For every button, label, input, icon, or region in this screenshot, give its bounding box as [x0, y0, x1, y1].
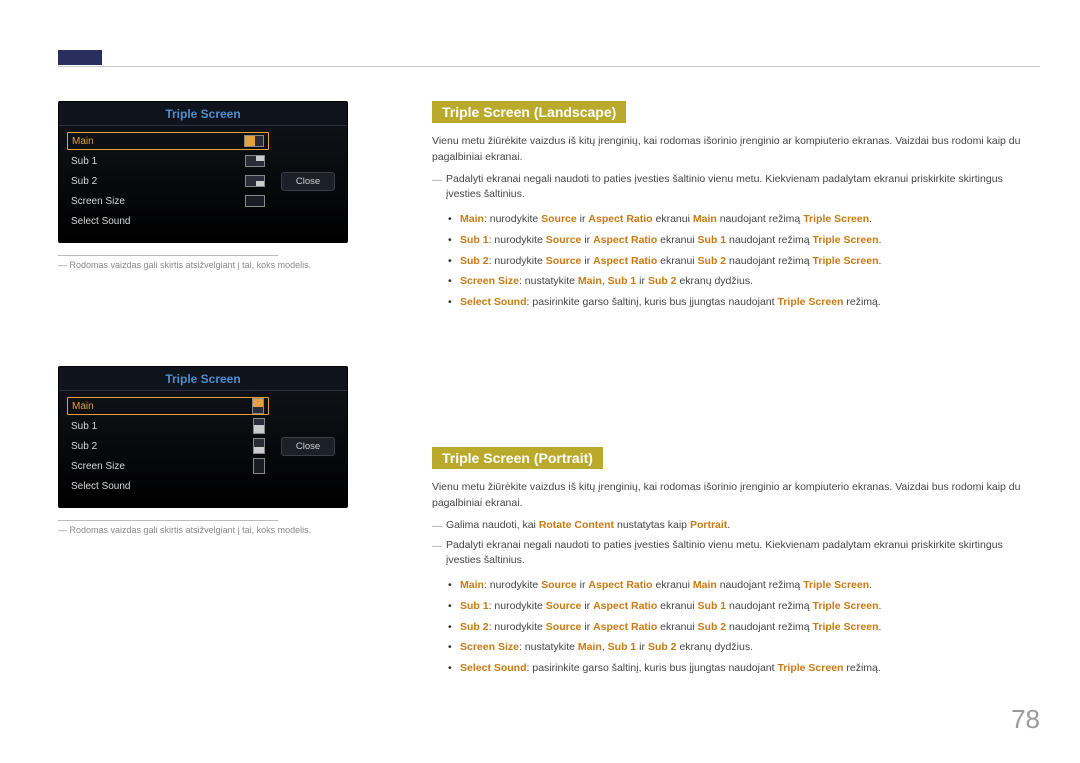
- page: Triple Screen Main Sub 1 Sub 2: [0, 0, 1080, 763]
- osd-panel-landscape: Triple Screen Main Sub 1 Sub 2: [58, 101, 348, 243]
- menu-item-main[interactable]: Main: [67, 397, 269, 415]
- osd-panel-portrait: Triple Screen Main Sub 1 Sub 2: [58, 366, 348, 508]
- layout-icon-sub1: [245, 155, 265, 167]
- menu-label: Screen Size: [71, 196, 125, 207]
- menu-label: Select Sound: [71, 216, 131, 227]
- osd-menu-list: Main Sub 1 Sub 2 Screen Size: [67, 132, 269, 230]
- osd-menu-list: Main Sub 1 Sub 2 Screen Size: [67, 397, 269, 495]
- osd-footnote: ― Rodomas vaizdas gali skirtis atsižvelg…: [58, 260, 396, 270]
- note-shared-inputs: Padalyti ekranai negali naudoti to patie…: [432, 538, 1040, 570]
- bullet-main: Main: nurodykite Source ir Aspect Ratio …: [448, 577, 1040, 594]
- bullet-sub2: Sub 2: nurodykite Source ir Aspect Ratio…: [448, 253, 1040, 270]
- menu-item-sub2[interactable]: Sub 2: [67, 172, 269, 190]
- menu-item-select-sound[interactable]: Select Sound: [67, 477, 269, 495]
- section-landscape: Triple Screen (Landscape) Vienu metu žiū…: [432, 101, 1040, 311]
- layout-icon-main: [252, 398, 264, 414]
- menu-item-select-sound[interactable]: Select Sound: [67, 212, 269, 230]
- layout-icon-size: [245, 195, 265, 207]
- osd-footnote: ― Rodomas vaizdas gali skirtis atsižvelg…: [58, 525, 396, 535]
- left-column: Triple Screen Main Sub 1 Sub 2: [58, 101, 396, 727]
- menu-label: Select Sound: [71, 481, 131, 492]
- layout-icon-sub2: [245, 175, 265, 187]
- layout-icon-main: [244, 135, 264, 147]
- menu-item-sub1[interactable]: Sub 1: [67, 152, 269, 170]
- menu-label: Screen Size: [71, 461, 125, 472]
- osd-title: Triple Screen: [59, 102, 347, 126]
- feature-bullets: Main: nurodykite Source ir Aspect Ratio …: [448, 577, 1040, 677]
- bullet-sub1: Sub 1: nurodykite Source ir Aspect Ratio…: [448, 232, 1040, 249]
- accent-bar: [58, 50, 102, 65]
- bullet-main: Main: nurodykite Source ir Aspect Ratio …: [448, 211, 1040, 228]
- intro-text: Vienu metu žiūrėkite vaizdus iš kitų įre…: [432, 479, 1040, 512]
- bullet-sub2: Sub 2: nurodykite Source ir Aspect Ratio…: [448, 619, 1040, 636]
- section-heading: Triple Screen (Portrait): [432, 447, 603, 469]
- layout-icon-size: [253, 458, 265, 474]
- section-portrait: Triple Screen (Portrait) Vienu metu žiūr…: [432, 447, 1040, 677]
- menu-label: Main: [72, 401, 94, 412]
- top-rule: [58, 66, 1040, 67]
- menu-label: Sub 1: [71, 421, 97, 432]
- close-button[interactable]: Close: [281, 437, 335, 456]
- feature-bullets: Main: nurodykite Source ir Aspect Ratio …: [448, 211, 1040, 311]
- menu-item-sub1[interactable]: Sub 1: [67, 417, 269, 435]
- close-button[interactable]: Close: [281, 172, 335, 191]
- menu-item-main[interactable]: Main: [67, 132, 269, 150]
- menu-item-sub2[interactable]: Sub 2: [67, 437, 269, 455]
- intro-text: Vienu metu žiūrėkite vaizdus iš kitų įre…: [432, 133, 1040, 166]
- menu-label: Sub 2: [71, 441, 97, 452]
- menu-label: Main: [72, 136, 94, 147]
- osd-title: Triple Screen: [59, 367, 347, 391]
- note-rotate-content: Galima naudoti, kai Rotate Content nusta…: [432, 518, 1040, 534]
- right-column: Triple Screen (Landscape) Vienu metu žiū…: [432, 101, 1040, 727]
- menu-label: Sub 2: [71, 176, 97, 187]
- menu-item-screen-size[interactable]: Screen Size: [67, 457, 269, 475]
- note-shared-inputs: Padalyti ekranai negali naudoti to patie…: [432, 172, 1040, 204]
- bullet-select-sound: Select Sound: pasirinkite garso šaltinį,…: [448, 660, 1040, 677]
- section-heading: Triple Screen (Landscape): [432, 101, 626, 123]
- menu-label: Sub 1: [71, 156, 97, 167]
- layout-icon-sub2: [253, 438, 265, 454]
- bullet-select-sound: Select Sound: pasirinkite garso šaltinį,…: [448, 294, 1040, 311]
- menu-item-screen-size[interactable]: Screen Size: [67, 192, 269, 210]
- page-number: 78: [1011, 704, 1040, 735]
- footnote-separator: [58, 255, 278, 256]
- bullet-screen-size: Screen Size: nustatykite Main, Sub 1 ir …: [448, 273, 1040, 290]
- bullet-sub1: Sub 1: nurodykite Source ir Aspect Ratio…: [448, 598, 1040, 615]
- layout-icon-sub1: [253, 418, 265, 434]
- footnote-separator: [58, 520, 278, 521]
- bullet-screen-size: Screen Size: nustatykite Main, Sub 1 ir …: [448, 639, 1040, 656]
